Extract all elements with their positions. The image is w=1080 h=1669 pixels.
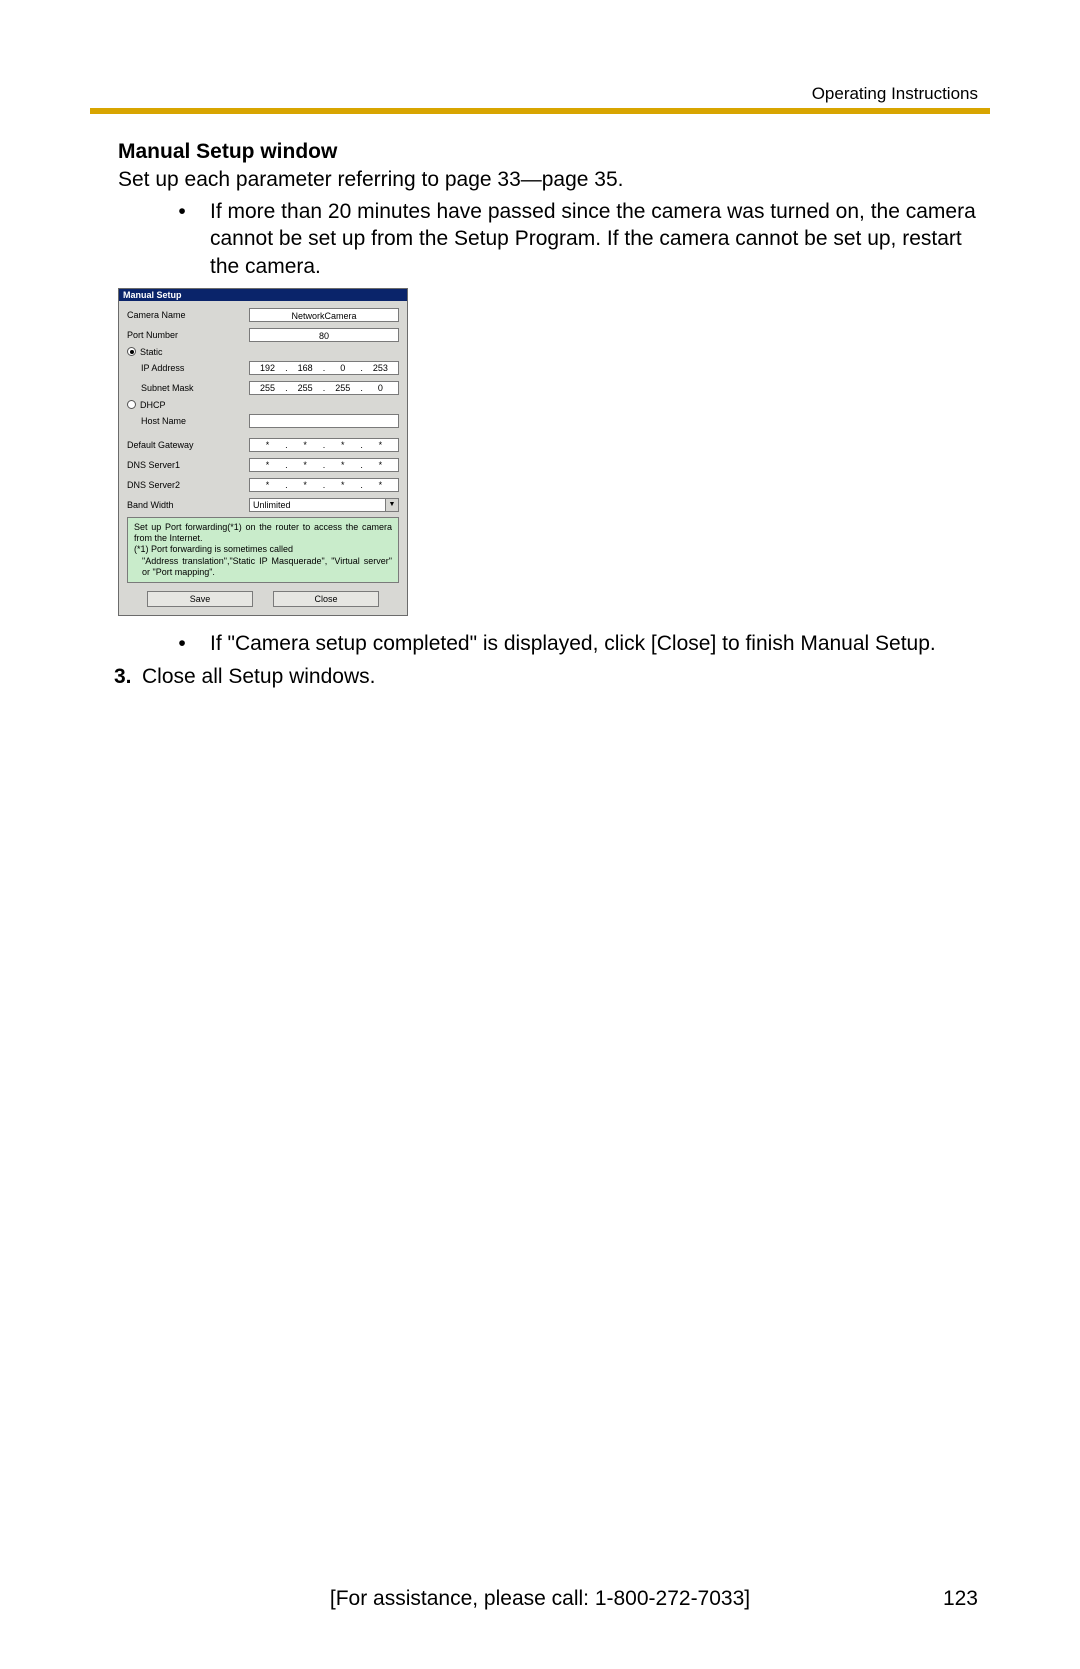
ip-octet[interactable]: * — [288, 479, 323, 491]
ip-octet[interactable]: 255 — [325, 382, 360, 394]
label-host-name: Host Name — [141, 416, 249, 426]
input-subnet-mask[interactable]: 255. 255. 255. 0 — [249, 381, 399, 395]
ip-octet[interactable]: * — [363, 439, 398, 451]
select-band-width[interactable]: Unlimited ▼ — [249, 498, 399, 512]
intro-text: Set up each parameter referring to page … — [118, 168, 985, 192]
ip-octet[interactable]: 255 — [250, 382, 285, 394]
ip-octet[interactable]: * — [325, 439, 360, 451]
bullet-icon: • — [154, 630, 210, 657]
note-line: (*1) Port forwarding is sometimes called — [134, 544, 392, 555]
input-dns1[interactable]: *. *. *. * — [249, 458, 399, 472]
label-dns1: DNS Server1 — [127, 460, 249, 470]
ip-octet[interactable]: * — [325, 479, 360, 491]
label-subnet-mask: Subnet Mask — [141, 383, 249, 393]
bullet-text-1: If more than 20 minutes have passed sinc… — [210, 198, 985, 280]
label-band-width: Band Width — [127, 500, 249, 510]
bullet-icon: • — [154, 198, 210, 280]
ip-octet[interactable]: * — [325, 459, 360, 471]
bullet-text-2: If "Camera setup completed" is displayed… — [210, 630, 985, 657]
save-button[interactable]: Save — [147, 591, 253, 607]
radio-static[interactable]: Static — [127, 347, 399, 357]
section-title: Manual Setup window — [118, 140, 985, 164]
ip-octet[interactable]: 0 — [363, 382, 398, 394]
input-port-number[interactable]: 80 — [249, 328, 399, 342]
note-line: "Address translation","Static IP Masquer… — [134, 556, 392, 579]
ip-octet[interactable]: 192 — [250, 362, 285, 374]
radio-icon — [127, 347, 136, 356]
ip-octet[interactable]: * — [363, 459, 398, 471]
ip-octet[interactable]: 255 — [288, 382, 323, 394]
chevron-down-icon: ▼ — [385, 499, 398, 511]
ip-octet[interactable]: 0 — [325, 362, 360, 374]
label-port-number: Port Number — [127, 330, 249, 340]
input-ip-address[interactable]: 192. 168. 0. 253 — [249, 361, 399, 375]
label-ip-address: IP Address — [141, 363, 249, 373]
ip-octet[interactable]: 168 — [288, 362, 323, 374]
note-line: Set up Port forwarding(*1) on the router… — [134, 522, 392, 545]
label-default-gateway: Default Gateway — [127, 440, 249, 450]
input-camera-name[interactable]: NetworkCamera — [249, 308, 399, 322]
radio-icon — [127, 400, 136, 409]
radio-dhcp[interactable]: DHCP — [127, 400, 399, 410]
ip-octet[interactable]: * — [250, 479, 285, 491]
input-default-gateway[interactable]: *. *. *. * — [249, 438, 399, 452]
select-value: Unlimited — [250, 500, 385, 510]
input-dns2[interactable]: *. *. *. * — [249, 478, 399, 492]
port-forwarding-note: Set up Port forwarding(*1) on the router… — [127, 517, 399, 583]
step-number: 3. — [114, 663, 142, 690]
ip-octet[interactable]: * — [288, 439, 323, 451]
label-dns2: DNS Server2 — [127, 480, 249, 490]
label-static: Static — [140, 347, 163, 357]
step-text: Close all Setup windows. — [142, 663, 375, 690]
footer-assistance: [For assistance, please call: 1-800-272-… — [0, 1587, 1080, 1611]
ip-octet[interactable]: * — [250, 439, 285, 451]
ip-octet[interactable]: * — [250, 459, 285, 471]
page-number: 123 — [943, 1587, 978, 1611]
ip-octet[interactable]: * — [363, 479, 398, 491]
label-dhcp: DHCP — [140, 400, 166, 410]
doc-label: Operating Instructions — [812, 84, 978, 104]
ip-octet[interactable]: 253 — [363, 362, 398, 374]
close-button[interactable]: Close — [273, 591, 379, 607]
label-camera-name: Camera Name — [127, 310, 249, 320]
header-rule — [90, 108, 990, 114]
ip-octet[interactable]: * — [288, 459, 323, 471]
dialog-titlebar: Manual Setup — [119, 289, 407, 301]
input-host-name[interactable] — [249, 414, 399, 428]
manual-setup-dialog: Manual Setup Camera Name NetworkCamera P… — [118, 288, 408, 616]
